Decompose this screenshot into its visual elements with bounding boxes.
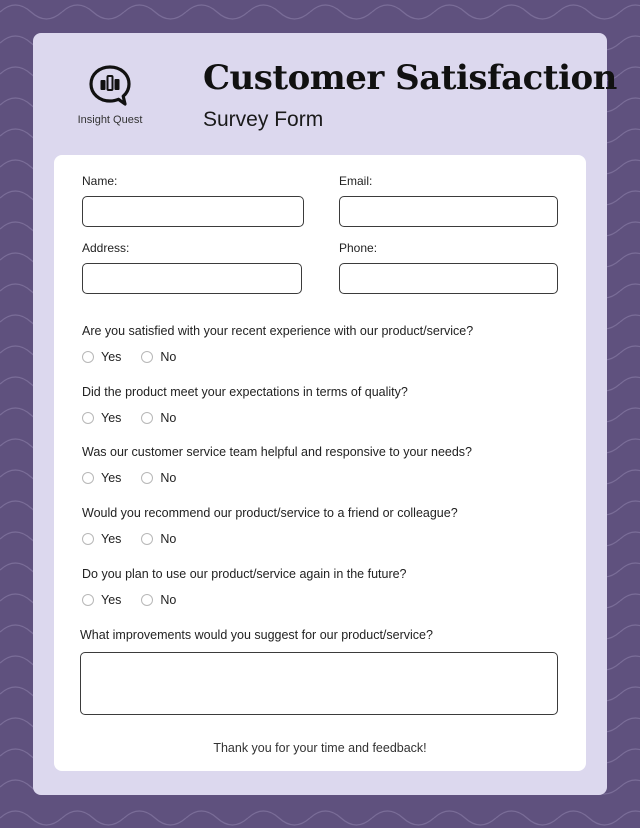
radio-label: Yes (101, 532, 122, 546)
radio-label: Yes (101, 350, 122, 364)
question-5-text: Do you plan to use our product/service a… (82, 567, 407, 581)
page-title: Customer Satisfaction (203, 58, 617, 98)
email-field[interactable] (339, 196, 558, 227)
brand-logo: Insight Quest (77, 64, 143, 126)
radio-label: Yes (101, 471, 122, 485)
phone-label: Phone: (339, 241, 378, 255)
radio-circle-icon[interactable] (82, 594, 94, 606)
radio-label: Yes (101, 593, 122, 607)
name-label: Name: (82, 174, 118, 188)
question-2-yes-radio[interactable]: Yes (82, 411, 121, 425)
question-5-no-radio[interactable]: No (141, 593, 176, 607)
radio-label: No (160, 593, 177, 607)
question-2-text: Did the product meet your expectations i… (82, 385, 408, 399)
form-card: Name: Email: Address: Phone: Are you sat… (54, 155, 586, 771)
improvements-textarea[interactable] (80, 652, 558, 715)
radio-label: No (160, 532, 177, 546)
question-5-options: Yes No (82, 592, 196, 608)
page-subtitle: Survey Form (203, 108, 324, 131)
question-4-options: Yes No (82, 531, 196, 547)
improvements-label: What improvements would you suggest for … (80, 628, 433, 642)
email-label: Email: (339, 174, 373, 188)
survey-panel: Insight Quest Customer Satisfaction Surv… (33, 33, 617, 795)
radio-label: No (160, 471, 177, 485)
radio-label: No (160, 350, 177, 364)
question-1-no-radio[interactable]: No (141, 350, 176, 364)
radio-label: No (160, 411, 177, 425)
name-field[interactable] (82, 196, 304, 227)
address-field[interactable] (82, 263, 302, 294)
chat-bubble-bar-chart-icon (89, 65, 131, 106)
question-1-options: Yes No (82, 349, 196, 365)
question-3-yes-radio[interactable]: Yes (82, 471, 121, 485)
radio-circle-icon[interactable] (141, 533, 154, 545)
phone-field[interactable] (339, 263, 558, 294)
radio-label: Yes (101, 411, 122, 425)
question-1-text: Are you satisfied with your recent exper… (82, 324, 474, 338)
radio-circle-icon[interactable] (82, 472, 94, 484)
radio-circle-icon[interactable] (82, 412, 94, 424)
question-2-options: Yes No (82, 410, 196, 426)
question-3-no-radio[interactable]: No (141, 471, 176, 485)
question-4-yes-radio[interactable]: Yes (82, 532, 121, 546)
question-2-no-radio[interactable]: No (141, 411, 176, 425)
question-3-text: Was our customer service team helpful an… (82, 445, 473, 459)
radio-circle-icon[interactable] (141, 412, 154, 424)
question-3-options: Yes No (82, 470, 196, 486)
thank-you-message: Thank you for your time and feedback! (213, 741, 427, 755)
address-label: Address: (82, 241, 130, 255)
question-4-no-radio[interactable]: No (141, 532, 176, 546)
question-4-text: Would you recommend our product/service … (82, 506, 458, 520)
question-1-yes-radio[interactable]: Yes (82, 350, 121, 364)
radio-circle-icon[interactable] (82, 351, 94, 363)
radio-circle-icon[interactable] (141, 351, 154, 363)
radio-circle-icon[interactable] (141, 472, 154, 484)
radio-circle-icon[interactable] (141, 594, 154, 606)
radio-circle-icon[interactable] (82, 533, 94, 545)
brand-name: Insight Quest (77, 114, 143, 126)
question-5-yes-radio[interactable]: Yes (82, 593, 121, 607)
